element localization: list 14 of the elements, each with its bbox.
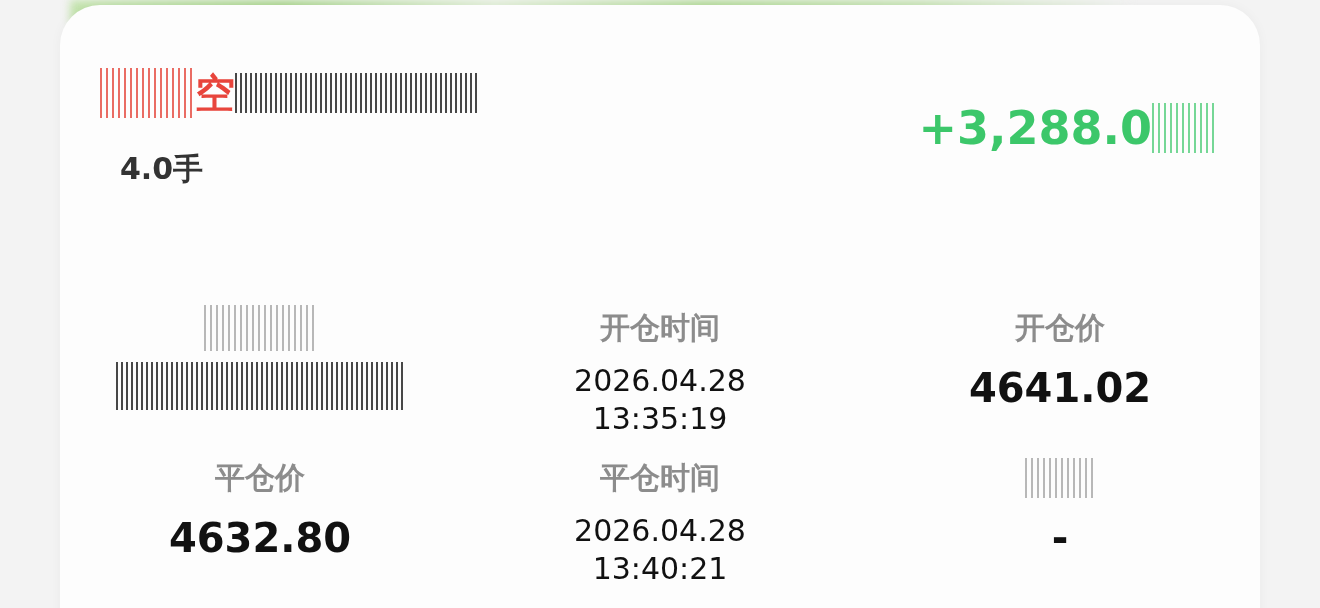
- price-value: -: [1051, 514, 1069, 562]
- field-label: 平仓价: [215, 459, 305, 497]
- time-text: 13:40:21: [592, 550, 728, 588]
- field-label: 开仓价: [1015, 309, 1105, 347]
- price-value: 4641.02: [968, 364, 1152, 412]
- field-label: 开仓时间: [600, 309, 720, 347]
- direction-text: 空: [195, 69, 235, 117]
- field-label: 平仓时间: [600, 459, 720, 497]
- profit-value: +3,288.0: [918, 100, 1152, 156]
- time-text: 13:35:19: [592, 400, 728, 438]
- date-text: 2026.04.28: [574, 512, 746, 550]
- lots-text: 4.0手: [120, 151, 204, 187]
- price-value: 4632.80: [168, 514, 352, 562]
- date-text: 2026.04.28: [574, 362, 746, 400]
